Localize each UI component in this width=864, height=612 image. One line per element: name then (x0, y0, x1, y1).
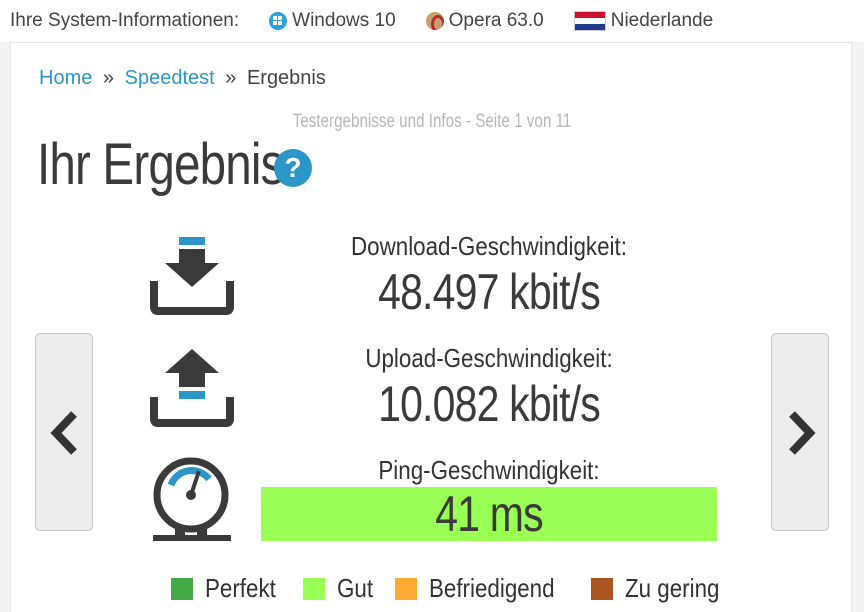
legend-swatch (171, 577, 193, 600)
system-info-bar: Ihre System-Informationen: Windows 10 Op… (0, 0, 864, 42)
download-label: Download-Geschwindigkeit: (351, 231, 627, 261)
legend-label: Befriedigend (429, 573, 555, 603)
opera-icon (425, 12, 444, 30)
breadcrumb-home-link[interactable]: Home (39, 67, 92, 89)
download-icon (150, 237, 234, 315)
legend-label: Perfekt (205, 573, 276, 603)
help-icon[interactable]: ? (274, 149, 312, 187)
country-name: Niederlande (610, 10, 714, 31)
netherlands-flag-icon (573, 11, 606, 31)
breadcrumb-speedtest-link[interactable]: Speedtest (125, 67, 215, 89)
download-value: 48.497 kbit/s (378, 264, 601, 320)
windows-icon (269, 12, 288, 30)
breadcrumb-current: Ergebnis (246, 67, 326, 89)
chevron-left-icon (50, 411, 77, 455)
browser-info: Opera 63.0 (425, 10, 544, 32)
legend-item-gut: Gut (303, 573, 379, 604)
rating-legend: Perfekt Gut Befriedigend Zu gering (171, 573, 751, 604)
page-title: Ihr Ergebnis (37, 132, 284, 197)
breadcrumb: Home » Speedtest » Ergebnis (39, 67, 326, 90)
previous-page-button[interactable] (35, 333, 93, 531)
ping-result-box: 41 ms (261, 486, 717, 542)
gauge-icon (153, 457, 231, 541)
upload-value: 10.082 kbit/s (378, 376, 601, 432)
legend-swatch (303, 577, 326, 600)
legend-swatch (395, 577, 418, 600)
breadcrumb-separator: » (102, 67, 115, 89)
breadcrumb-separator: » (225, 67, 237, 89)
legend-item-zu-gering: Zu gering (591, 573, 735, 604)
browser-name: Opera 63.0 (448, 10, 544, 31)
ping-label: Ping-Geschwindigkeit: (378, 455, 600, 485)
country-info: Niederlande (573, 10, 714, 32)
legend-item-perfekt: Perfekt (171, 573, 287, 604)
upload-label: Upload-Geschwindigkeit: (365, 343, 613, 373)
upload-icon (150, 349, 234, 427)
ping-value: 41 ms (435, 486, 543, 542)
system-info-label: Ihre System-Informationen: (10, 10, 240, 31)
os-name: Windows 10 (292, 10, 396, 31)
legend-item-befriedigend: Befriedigend (395, 573, 575, 604)
legend-swatch (591, 577, 614, 600)
page-subtitle: Testergebnisse und Infos - Seite 1 von 1… (292, 111, 572, 132)
chevron-right-icon (789, 411, 816, 455)
legend-label: Gut (337, 573, 374, 603)
os-info: Windows 10 (269, 10, 396, 32)
legend-label: Zu gering (625, 573, 720, 603)
result-card: Home » Speedtest » Ergebnis Testergebnis… (10, 42, 852, 612)
next-page-button[interactable] (771, 333, 829, 531)
